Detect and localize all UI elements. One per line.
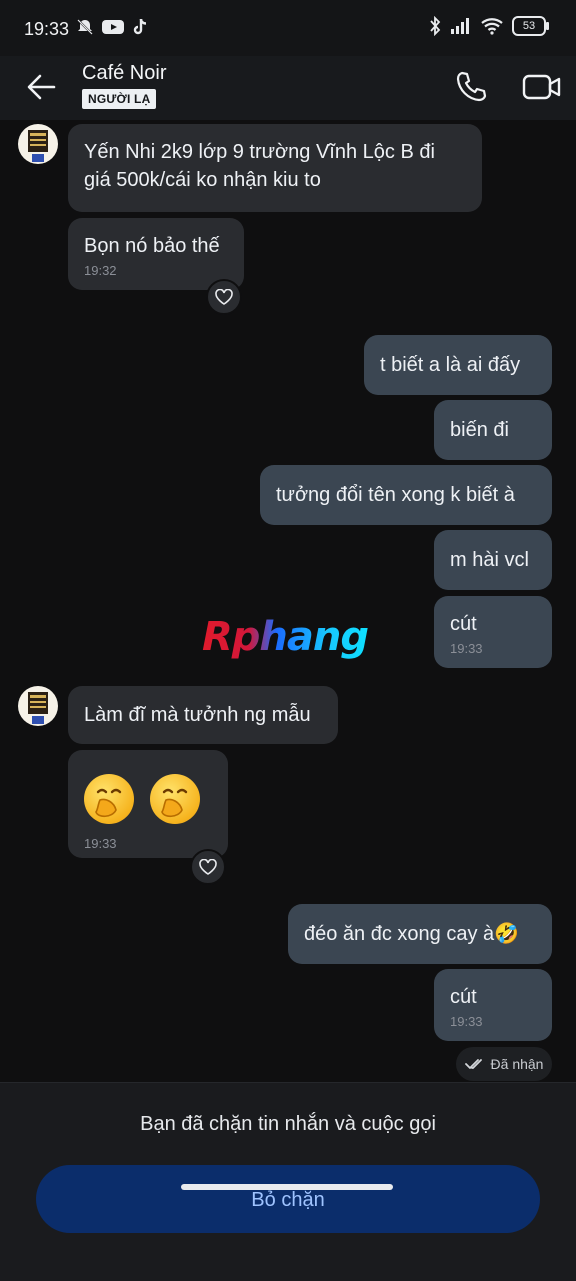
- message-text: Yến Nhi 2k9 lớp 9 trường Vĩnh Lộc B đi g…: [84, 141, 435, 191]
- outgoing-message[interactable]: cút 19:33: [434, 596, 552, 668]
- contact-avatar[interactable]: [18, 124, 58, 164]
- wifi-icon: [481, 18, 503, 35]
- system-icons: 53: [428, 16, 549, 36]
- incoming-emoji-message[interactable]: 19:33: [68, 750, 228, 858]
- signal-icon: [451, 18, 469, 34]
- message-time: 19:33: [450, 641, 483, 656]
- outgoing-message[interactable]: m hài vcl: [434, 530, 552, 590]
- phone-icon[interactable]: [454, 70, 488, 104]
- tiktok-icon: [133, 18, 147, 35]
- stranger-badge: NGƯỜI LẠ: [82, 89, 157, 109]
- unblock-button[interactable]: Bỏ chặn: [36, 1165, 540, 1233]
- message-text: t biết a là ai đấy: [380, 354, 521, 376]
- bluetooth-icon: [430, 16, 441, 36]
- incoming-message[interactable]: Làm đĩ mà tưởnh ng mẫu: [68, 686, 338, 744]
- chat-header: Café Noir NGƯỜI LẠ: [0, 56, 576, 120]
- status-bar: 19:33 53: [0, 0, 576, 56]
- contact-avatar[interactable]: [18, 686, 58, 726]
- outgoing-message[interactable]: cút 19:33: [434, 969, 552, 1041]
- hand-over-mouth-emoji-icon: [84, 774, 134, 824]
- hand-over-mouth-emoji-icon: [150, 774, 200, 824]
- message-text: đéo ăn đc xong cay à🤣: [304, 923, 520, 945]
- delivery-status: Đã nhận: [456, 1047, 552, 1081]
- contact-name[interactable]: Café Noir: [82, 62, 166, 85]
- message-text: Làm đĩ mà tưởnh ng mẫu: [84, 704, 311, 726]
- message-time: 19:32: [84, 263, 117, 278]
- react-heart-button[interactable]: [190, 849, 226, 885]
- react-heart-button[interactable]: [206, 279, 242, 315]
- emoji-row: [84, 774, 212, 824]
- bell-off-icon: [77, 19, 93, 35]
- heart-icon: [199, 859, 217, 875]
- avatar-image: [28, 692, 48, 724]
- outgoing-message[interactable]: đéo ăn đc xong cay à🤣: [288, 904, 552, 964]
- message-text: tưởng đổi tên xong k biết à: [276, 484, 515, 506]
- message-text: cút: [450, 986, 477, 1008]
- back-arrow-icon[interactable]: [22, 70, 60, 104]
- message-text: cút: [450, 613, 477, 635]
- blocked-notice: Bạn đã chặn tin nhắn và cuộc gọi: [140, 1113, 436, 1135]
- outgoing-message[interactable]: biến đi: [434, 400, 552, 460]
- notification-icons: [76, 18, 148, 36]
- avatar-image: [28, 130, 48, 162]
- video-camera-icon[interactable]: [522, 71, 562, 103]
- outgoing-message[interactable]: tưởng đổi tên xong k biết à: [260, 465, 552, 525]
- delivery-status-label: Đã nhận: [490, 1056, 544, 1072]
- home-indicator[interactable]: [181, 1184, 393, 1190]
- double-check-icon: [464, 1059, 482, 1069]
- message-text: m hài vcl: [450, 549, 529, 571]
- incoming-message[interactable]: Yến Nhi 2k9 lớp 9 trường Vĩnh Lộc B đi g…: [68, 124, 482, 212]
- message-text: biến đi: [450, 419, 509, 441]
- outgoing-message[interactable]: t biết a là ai đấy: [364, 335, 552, 395]
- status-time: 19:33: [24, 19, 70, 39]
- watermark-logo: Rphang: [202, 614, 369, 660]
- blocked-panel: Bạn đã chặn tin nhắn và cuộc gọi Bỏ chặn: [0, 1082, 576, 1281]
- heart-icon: [215, 289, 233, 305]
- message-time: 19:33: [84, 836, 117, 851]
- message-time: 19:33: [450, 1014, 483, 1029]
- youtube-icon: [102, 20, 124, 34]
- message-text: Bọn nó bảo thế: [84, 235, 220, 257]
- battery-icon: 53: [512, 16, 549, 36]
